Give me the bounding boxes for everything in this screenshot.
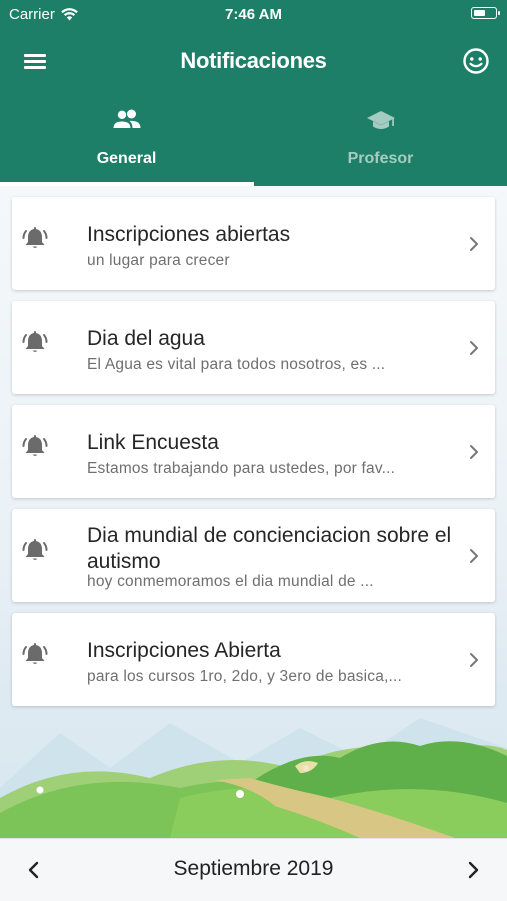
chevron-right-icon (470, 445, 478, 459)
chevron-right-icon (470, 549, 478, 563)
chevron-right-icon (468, 861, 479, 879)
graduation-cap-icon (366, 111, 395, 129)
tab-profesor[interactable]: Profesor (254, 100, 507, 186)
notification-title: Inscripciones abiertas (87, 223, 291, 246)
page-title: Notificaciones (180, 48, 327, 73)
notification-list-area[interactable]: Inscripciones abiertas un lugar para crec… (0, 186, 507, 838)
notification-title: Dia del agua (87, 327, 205, 350)
notification-card[interactable]: Dia del agua El Agua es vital para todos … (12, 301, 495, 394)
chevron-right-icon (470, 237, 478, 251)
month-navigator: Septiembre 2019 (0, 838, 507, 901)
notification-subtitle: hoy conmemoramos el dia mundial de ... (87, 573, 374, 590)
tab-bar: General Profesor (0, 100, 507, 186)
notification-card[interactable]: Inscripciones abiertas un lugar para crec… (12, 197, 495, 290)
battery-icon (471, 7, 500, 19)
tab-general[interactable]: General (0, 100, 253, 186)
notification-subtitle: El Agua es vital para todos nosotros, es… (87, 356, 386, 373)
bell-ringing-icon (22, 227, 48, 248)
tab-general-label: General (96, 150, 157, 167)
notification-subtitle: Estamos trabajando para ustedes, por fav… (87, 460, 396, 477)
bell-ringing-icon (22, 331, 48, 352)
profile-button[interactable] (461, 46, 491, 76)
notification-subtitle: un lugar para crecer (87, 252, 230, 269)
status-time: 7:46 AM (225, 6, 282, 23)
bell-ringing-icon (22, 643, 48, 664)
chevron-right-icon (470, 341, 478, 355)
notification-title: Inscripciones Abierta (87, 639, 281, 662)
status-bar: Carrier 7:46 AM (0, 0, 507, 28)
chevron-right-icon (470, 653, 478, 667)
notification-title: Link Encuesta (87, 431, 219, 454)
notification-card[interactable]: Dia mundial de concienciacion sobre el a… (12, 509, 495, 602)
group-icon (113, 109, 140, 128)
app-bar: Notificaciones (0, 38, 507, 84)
notification-card[interactable]: Link Encuesta Estamos trabajando para ust… (12, 405, 495, 498)
next-month-button[interactable] (459, 855, 489, 885)
current-month-label: Septiembre 2019 (173, 857, 334, 880)
bell-ringing-icon (22, 539, 48, 560)
app-header: Carrier 7:46 AM Notificaciones General P… (0, 0, 507, 186)
notification-title: Dia mundial de concienciacion sobre el a… (87, 524, 452, 573)
battery-level (473, 9, 485, 16)
face-icon (463, 48, 489, 74)
notification-card[interactable]: Inscripciones Abierta para los cursos 1ro… (12, 613, 495, 706)
tab-profesor-label: Profesor (347, 150, 414, 167)
notification-subtitle: para los cursos 1ro, 2do, y 3ero de basi… (87, 668, 403, 685)
bell-ringing-icon (22, 435, 48, 456)
